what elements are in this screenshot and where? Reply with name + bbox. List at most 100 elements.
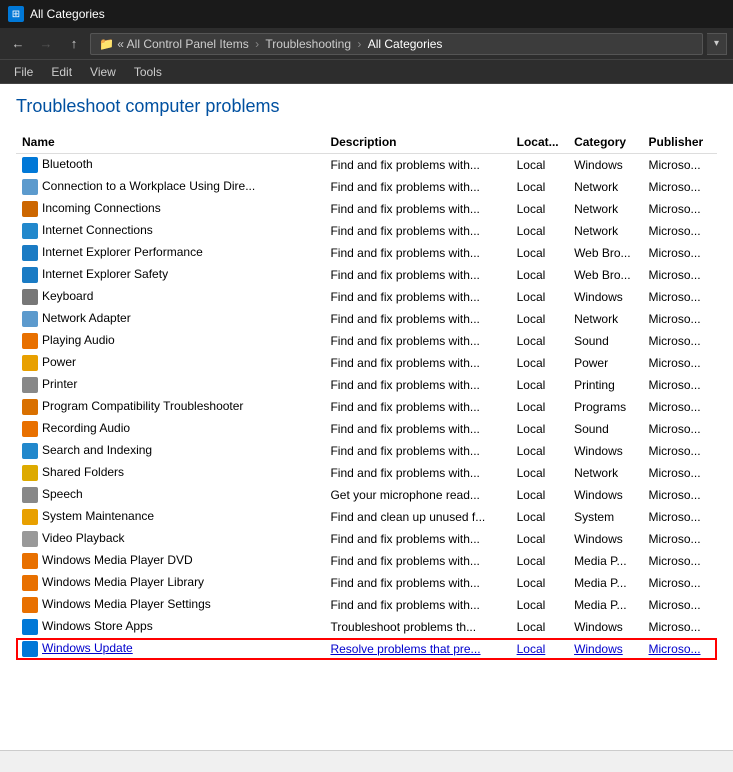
- item-name: Connection to a Workplace Using Dire...: [42, 179, 255, 193]
- item-location: Local: [511, 440, 568, 462]
- item-icon: [22, 619, 38, 635]
- table-row[interactable]: PowerFind and fix problems with...LocalP…: [16, 352, 717, 374]
- item-publisher: Microso...: [643, 418, 717, 440]
- item-desc: Find and fix problems with...: [324, 242, 510, 264]
- item-icon: [22, 399, 38, 415]
- item-desc: Find and clean up unused f...: [324, 506, 510, 528]
- table-row[interactable]: PrinterFind and fix problems with...Loca…: [16, 374, 717, 396]
- item-desc: Find and fix problems with...: [324, 550, 510, 572]
- item-name: Windows Store Apps: [42, 619, 153, 633]
- table-row[interactable]: Network AdapterFind and fix problems wit…: [16, 308, 717, 330]
- item-name: Internet Connections: [42, 223, 153, 237]
- menu-edit[interactable]: Edit: [43, 63, 80, 81]
- back-button[interactable]: ←: [6, 32, 30, 56]
- table-row[interactable]: Shared FoldersFind and fix problems with…: [16, 462, 717, 484]
- item-location: Local: [511, 154, 568, 177]
- item-icon: [22, 267, 38, 283]
- item-name: Internet Explorer Performance: [42, 245, 203, 259]
- item-desc: Find and fix problems with...: [324, 220, 510, 242]
- table-row[interactable]: Windows UpdateResolve problems that pre.…: [16, 638, 717, 660]
- table-row[interactable]: KeyboardFind and fix problems with...Loc…: [16, 286, 717, 308]
- item-icon: [22, 487, 38, 503]
- table-row[interactable]: Recording AudioFind and fix problems wit…: [16, 418, 717, 440]
- item-location: Local: [511, 176, 568, 198]
- item-location: Local: [511, 242, 568, 264]
- item-category: Programs: [568, 396, 642, 418]
- main-content: Troubleshoot computer problems Name Desc…: [0, 84, 733, 750]
- table-row[interactable]: Program Compatibility TroubleshooterFind…: [16, 396, 717, 418]
- item-icon: [22, 509, 38, 525]
- item-name: Printer: [42, 377, 77, 391]
- item-publisher: Microso...: [643, 572, 717, 594]
- table-row[interactable]: Search and IndexingFind and fix problems…: [16, 440, 717, 462]
- menu-file[interactable]: File: [6, 63, 41, 81]
- item-category: Network: [568, 220, 642, 242]
- item-icon: [22, 443, 38, 459]
- item-publisher: Microso...: [643, 242, 717, 264]
- item-category: Windows: [568, 484, 642, 506]
- col-header-pub: Publisher: [643, 131, 717, 154]
- table-row[interactable]: Windows Media Player Settings Find and fi…: [16, 594, 717, 616]
- item-category: Windows: [568, 286, 642, 308]
- item-publisher: Microso...: [643, 396, 717, 418]
- table-row[interactable]: Windows Media Player Library Find and fix…: [16, 572, 717, 594]
- item-publisher: Microso...: [643, 198, 717, 220]
- table-row[interactable]: SpeechGet your microphone read...LocalWi…: [16, 484, 717, 506]
- item-location: Local: [511, 616, 568, 638]
- window-title: All Categories: [30, 7, 105, 21]
- table-row[interactable]: Internet Connections Find and fix problem…: [16, 220, 717, 242]
- item-name: Windows Media Player Library: [42, 575, 204, 589]
- item-category: Network: [568, 462, 642, 484]
- item-location: Local: [511, 638, 568, 660]
- item-name: Video Playback: [42, 531, 125, 545]
- table-row[interactable]: Playing AudioFind and fix problems with.…: [16, 330, 717, 352]
- item-name: Network Adapter: [42, 311, 131, 325]
- table-row[interactable]: Windows Store AppsTroubleshoot problems …: [16, 616, 717, 638]
- item-publisher: Microso...: [643, 264, 717, 286]
- up-button[interactable]: ↑: [62, 32, 86, 56]
- forward-button[interactable]: →: [34, 32, 58, 56]
- item-name: Windows Media Player Settings: [42, 597, 211, 611]
- item-name: Bluetooth: [42, 157, 93, 171]
- item-location: Local: [511, 308, 568, 330]
- table-row[interactable]: System Maintenance Find and clean up unus…: [16, 506, 717, 528]
- item-desc: Find and fix problems with...: [324, 594, 510, 616]
- item-publisher: Microso...: [643, 594, 717, 616]
- status-bar: [0, 750, 733, 772]
- menu-bar: File Edit View Tools: [0, 60, 733, 84]
- table-row[interactable]: Connection to a Workplace Using Dire...F…: [16, 176, 717, 198]
- item-icon: [22, 553, 38, 569]
- item-location: Local: [511, 330, 568, 352]
- table-row[interactable]: Incoming ConnectionsFind and fix problem…: [16, 198, 717, 220]
- item-desc: Find and fix problems with...: [324, 418, 510, 440]
- table-row[interactable]: Video Playback Find and fix problems with…: [16, 528, 717, 550]
- col-header-cat: Category: [568, 131, 642, 154]
- item-location: Local: [511, 396, 568, 418]
- menu-view[interactable]: View: [82, 63, 124, 81]
- item-icon: [22, 201, 38, 217]
- item-desc: Find and fix problems with...: [324, 528, 510, 550]
- menu-tools[interactable]: Tools: [126, 63, 170, 81]
- table-row[interactable]: Internet Explorer SafetyFind and fix pro…: [16, 264, 717, 286]
- item-desc: Get your microphone read...: [324, 484, 510, 506]
- item-location: Local: [511, 506, 568, 528]
- table-row[interactable]: Internet Explorer Performance Find and fi…: [16, 242, 717, 264]
- item-location: Local: [511, 352, 568, 374]
- address-input[interactable]: 📁 « All Control Panel Items › Troublesho…: [90, 33, 703, 55]
- item-name: System Maintenance: [42, 509, 154, 523]
- item-desc: Find and fix problems with...: [324, 264, 510, 286]
- item-icon: [22, 179, 38, 195]
- item-icon: [22, 157, 38, 173]
- item-icon: [22, 377, 38, 393]
- item-location: Local: [511, 550, 568, 572]
- table-row[interactable]: Windows Media Player DVDFind and fix pro…: [16, 550, 717, 572]
- item-icon: [22, 311, 38, 327]
- table-row[interactable]: BluetoothFind and fix problems with...Lo…: [16, 154, 717, 177]
- item-publisher: Microso...: [643, 330, 717, 352]
- col-header-loc: Locat...: [511, 131, 568, 154]
- item-icon: [22, 223, 38, 239]
- item-category: Windows: [568, 528, 642, 550]
- item-name: Power: [42, 355, 76, 369]
- item-desc: Find and fix problems with...: [324, 572, 510, 594]
- address-dropdown[interactable]: ▾: [707, 33, 727, 55]
